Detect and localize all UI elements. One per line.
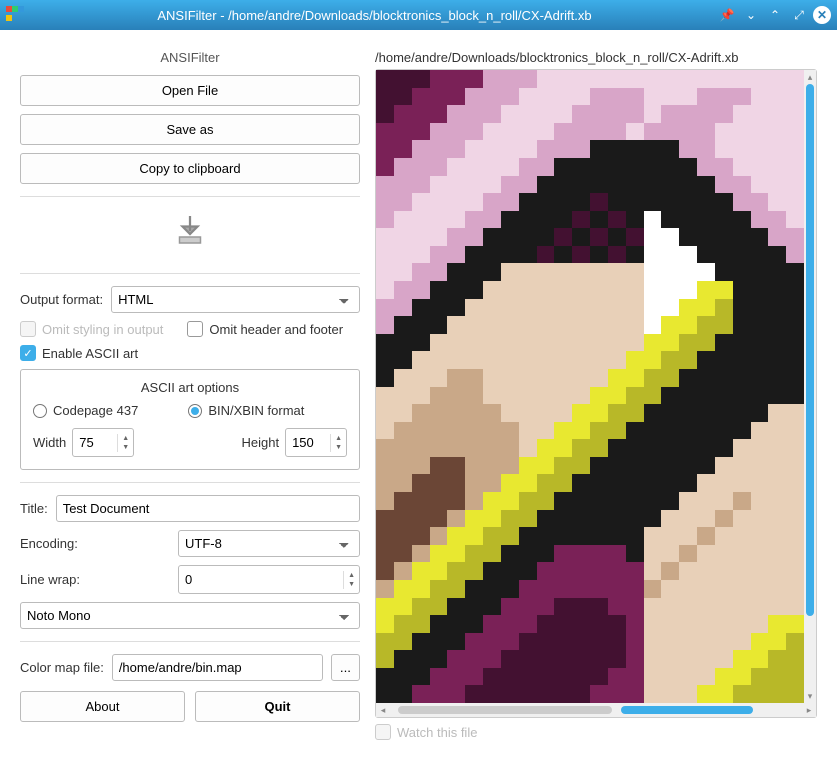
encoding-label: Encoding: — [20, 536, 170, 551]
scroll-right-icon[interactable]: ▸ — [802, 703, 816, 717]
colormap-input[interactable] — [112, 654, 323, 681]
chevron-up-icon[interactable]: ⌃ — [765, 5, 785, 25]
ascii-options-group: ASCII art options Codepage 437 BIN/XBIN … — [20, 369, 360, 470]
linewrap-up-icon[interactable]: ▲ — [344, 571, 359, 580]
save-as-button[interactable]: Save as — [20, 114, 360, 145]
colormap-label: Color map file: — [20, 660, 104, 675]
app-icon — [6, 6, 24, 24]
font-select[interactable]: Noto Mono — [20, 602, 360, 629]
omit-styling-checkbox — [20, 321, 36, 337]
height-input[interactable] — [286, 429, 330, 456]
omit-header-label: Omit header and footer — [209, 322, 343, 337]
preview-path: /home/andre/Downloads/blocktronics_block… — [375, 50, 817, 65]
width-down-icon[interactable]: ▼ — [118, 443, 133, 452]
height-label: Height — [241, 435, 279, 450]
codepage-437-label: Codepage 437 — [53, 403, 138, 418]
app-title: ANSIFilter — [20, 50, 360, 65]
omit-header-checkbox[interactable] — [187, 321, 203, 337]
width-up-icon[interactable]: ▲ — [118, 434, 133, 443]
title-label: Title: — [20, 501, 48, 516]
maximize-icon[interactable]: ⤢ — [789, 5, 809, 25]
enable-ascii-label: Enable ASCII art — [42, 346, 138, 361]
colormap-browse-button[interactable]: ... — [331, 654, 360, 681]
about-button[interactable]: About — [20, 691, 185, 722]
bin-xbin-radio[interactable] — [188, 404, 202, 418]
preview-image — [376, 70, 804, 703]
vertical-scrollbar[interactable]: ▴ ▾ — [804, 70, 816, 703]
scroll-left-icon[interactable]: ◂ — [376, 703, 390, 717]
scroll-down-icon[interactable]: ▾ — [804, 689, 816, 703]
height-down-icon[interactable]: ▼ — [331, 443, 346, 452]
linewrap-input[interactable] — [179, 566, 343, 593]
width-spinner[interactable]: ▲▼ — [72, 428, 134, 457]
width-input[interactable] — [73, 429, 117, 456]
height-up-icon[interactable]: ▲ — [331, 434, 346, 443]
enable-ascii-checkbox[interactable]: ✓ — [20, 345, 36, 361]
output-format-label: Output format: — [20, 292, 103, 307]
encoding-select[interactable]: UTF-8 — [178, 530, 360, 557]
output-format-select[interactable]: HTML — [111, 286, 360, 313]
titlebar: ANSIFilter - /home/andre/Downloads/block… — [0, 0, 837, 30]
linewrap-down-icon[interactable]: ▼ — [344, 580, 359, 589]
quit-button[interactable]: Quit — [195, 691, 360, 722]
codepage-437-radio[interactable] — [33, 404, 47, 418]
watch-file-label: Watch this file — [397, 725, 477, 740]
watch-file-checkbox — [375, 724, 391, 740]
height-spinner[interactable]: ▲▼ — [285, 428, 347, 457]
window-title: ANSIFilter - /home/andre/Downloads/block… — [32, 8, 717, 23]
download-icon — [20, 209, 360, 261]
preview-container: ▴ ▾ ◂ ▸ — [375, 69, 817, 718]
horizontal-scrollbar[interactable]: ◂ ▸ — [376, 703, 816, 717]
ascii-group-title: ASCII art options — [33, 380, 347, 395]
linewrap-label: Line wrap: — [20, 572, 170, 587]
width-label: Width — [33, 435, 66, 450]
right-panel: /home/andre/Downloads/blocktronics_block… — [375, 50, 817, 740]
linewrap-spinner[interactable]: ▲▼ — [178, 565, 360, 594]
open-file-button[interactable]: Open File — [20, 75, 360, 106]
pin-icon[interactable]: 📌 — [717, 5, 737, 25]
scroll-up-icon[interactable]: ▴ — [804, 70, 816, 84]
bin-xbin-label: BIN/XBIN format — [208, 403, 304, 418]
close-icon[interactable]: ✕ — [813, 6, 831, 24]
chevron-down-icon[interactable]: ⌄ — [741, 5, 761, 25]
title-input[interactable] — [56, 495, 360, 522]
copy-clipboard-button[interactable]: Copy to clipboard — [20, 153, 360, 184]
omit-styling-label: Omit styling in output — [42, 322, 163, 337]
left-panel: ANSIFilter Open File Save as Copy to cli… — [20, 50, 360, 740]
